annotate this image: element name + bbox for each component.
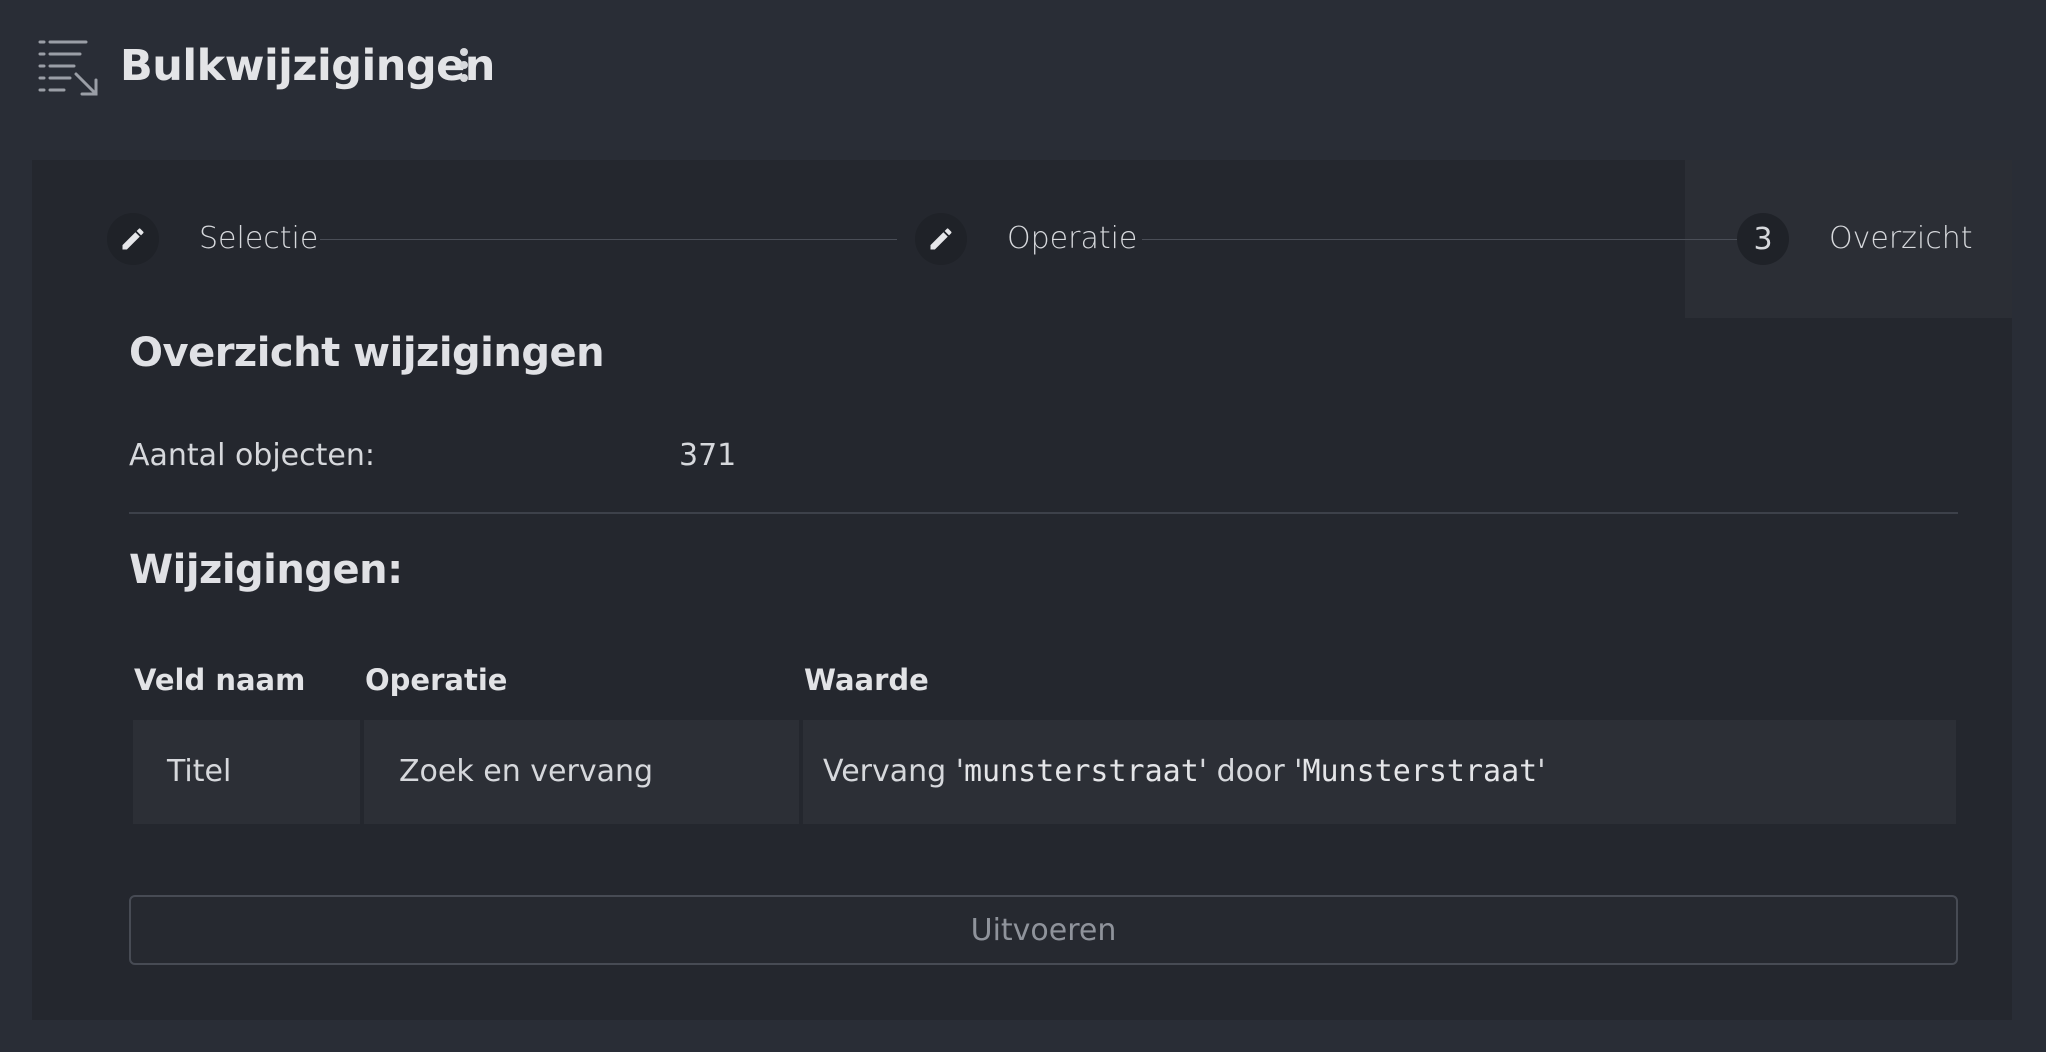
more-vertical-icon[interactable] — [452, 46, 476, 88]
page-title: Bulkwijzigingen — [120, 41, 495, 91]
changes-title: Wijzigingen: — [129, 547, 403, 593]
pencil-icon — [122, 228, 144, 250]
bulk-edit-card: Selectie Operatie 3 Overzicht Overzicht … — [32, 160, 2012, 1020]
step-overzicht-label: Overzicht — [1829, 221, 1973, 256]
step-operatie-label[interactable]: Operatie — [1007, 219, 1137, 259]
object-count-value: 371 — [679, 438, 737, 473]
execute-button[interactable]: Uitvoeren — [129, 895, 1958, 965]
divider — [129, 512, 1958, 514]
cell-value: Vervang 'munsterstraat' door 'Munsterstr… — [803, 720, 1956, 824]
replace-term: Munsterstraat — [1302, 754, 1538, 789]
column-header-field: Veld naam — [134, 663, 306, 697]
step-connector — [320, 239, 897, 240]
step-operatie-button[interactable] — [915, 213, 967, 265]
step-selectie-label[interactable]: Selectie — [199, 219, 318, 259]
app-header: Bulkwijzigingen — [0, 0, 2046, 130]
object-count-label: Aantal objecten: — [129, 438, 375, 473]
overview-title: Overzicht wijzigingen — [129, 330, 605, 376]
step-overzicht-number: 3 — [1737, 213, 1789, 265]
column-header-value: Waarde — [804, 663, 929, 697]
step-selectie-button[interactable] — [107, 213, 159, 265]
cell-operation: Zoek en vervang — [364, 720, 799, 824]
search-term: munsterstraat — [963, 754, 1199, 789]
cell-field: Titel — [133, 720, 360, 824]
pencil-icon — [930, 228, 952, 250]
stepper: Selectie Operatie 3 Overzicht — [32, 160, 2012, 318]
bulk-list-icon — [38, 40, 98, 96]
column-header-operation: Operatie — [365, 663, 508, 697]
step-connector — [1142, 239, 1749, 240]
